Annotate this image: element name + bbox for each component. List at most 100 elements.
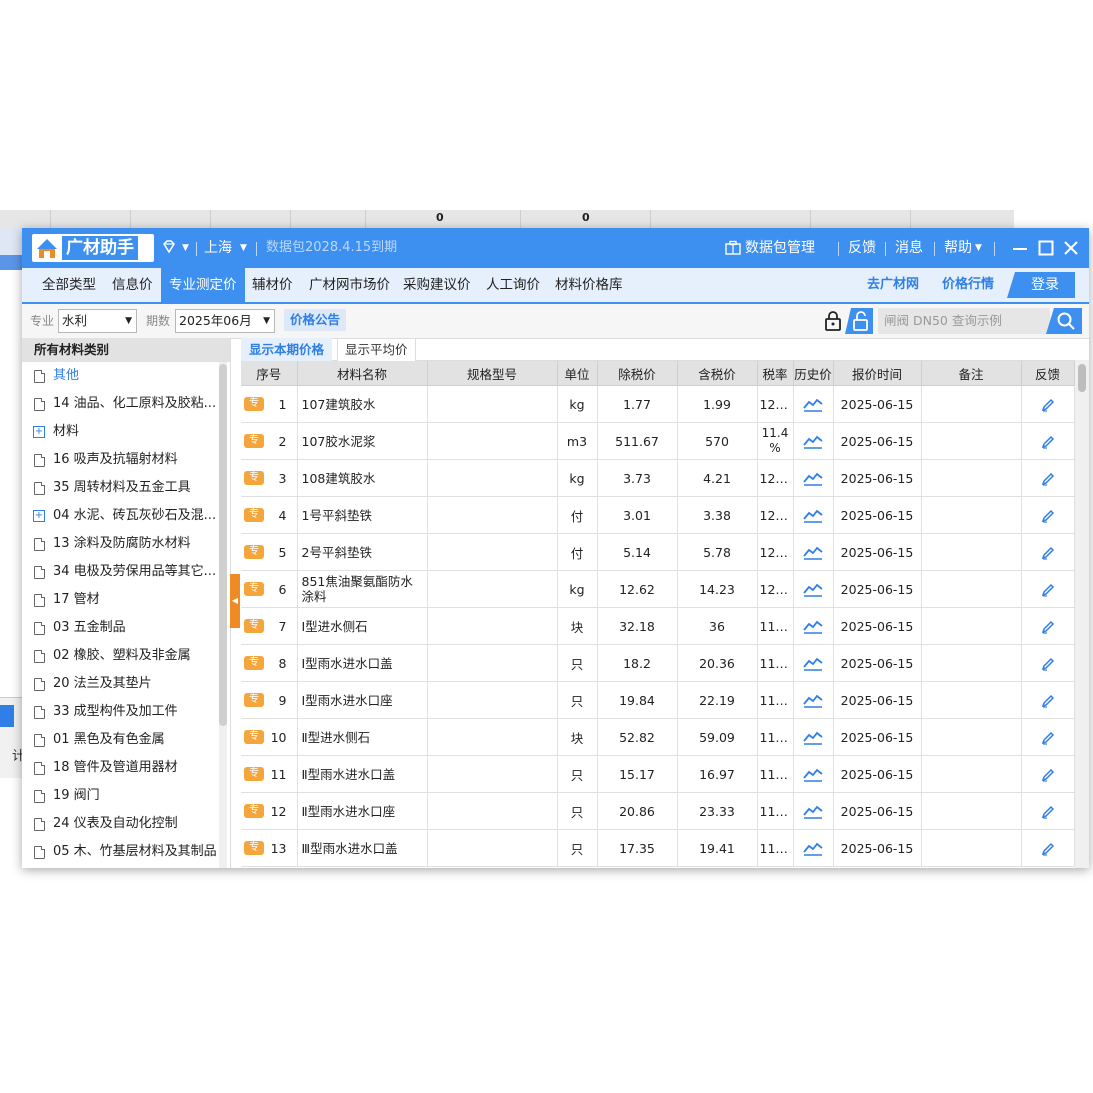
- expand-icon[interactable]: +: [33, 510, 45, 522]
- menu-professional-price[interactable]: 专业测定价: [161, 268, 245, 302]
- pencil-icon[interactable]: [1041, 805, 1055, 819]
- trend-chart-icon[interactable]: [803, 581, 823, 597]
- period-select[interactable]: 2025年06月 ▼: [175, 309, 275, 333]
- link-go-site[interactable]: 去广材网: [867, 268, 919, 302]
- table-scroll-thumb[interactable]: [1078, 364, 1086, 392]
- sidebar-scroll-thumb[interactable]: [219, 364, 227, 726]
- menu-auxiliary-price[interactable]: 辅材价: [252, 268, 293, 302]
- pencil-icon[interactable]: [1041, 768, 1055, 782]
- sidebar-item[interactable]: 35 周转材料及五金工具: [22, 474, 230, 502]
- minimize-icon[interactable]: [1012, 240, 1028, 256]
- pencil-icon[interactable]: [1041, 694, 1055, 708]
- pencil-icon[interactable]: [1041, 509, 1055, 523]
- sidebar-item[interactable]: 19 阀门: [22, 782, 230, 810]
- chevron-down-icon[interactable]: ▼: [975, 228, 982, 268]
- col-history[interactable]: 历史价: [793, 361, 834, 386]
- table-row[interactable]: 专 12 Ⅱ型雨水进水口座 只 20.86 23.33 11.... 2025-06-15: [241, 792, 1075, 830]
- col-ex-tax[interactable]: 除税价: [597, 361, 678, 386]
- table-row[interactable]: 专 10 Ⅱ型进水侧石 块 52.82 59.09 11.... 2025-06-15: [241, 718, 1075, 756]
- sidebar-item[interactable]: 17 管材: [22, 586, 230, 614]
- search-button[interactable]: [1046, 308, 1082, 334]
- messages-button[interactable]: 消息: [895, 228, 923, 268]
- sidebar-item[interactable]: + 材料: [22, 418, 230, 446]
- trend-chart-icon[interactable]: [803, 655, 823, 671]
- sidebar-item[interactable]: 24 仪表及自动化控制: [22, 810, 230, 838]
- menu-purchase-price[interactable]: 采购建议价: [403, 268, 471, 302]
- pencil-icon[interactable]: [1041, 546, 1055, 560]
- menu-labor-inquiry[interactable]: 人工询价: [486, 268, 540, 302]
- pencil-icon[interactable]: [1041, 657, 1055, 671]
- sidebar-item[interactable]: 01 黑色及有色金属: [22, 726, 230, 754]
- feedback-button[interactable]: 反馈: [848, 228, 876, 268]
- table-row[interactable]: 专 9 Ⅰ型雨水进水口座只 19.84 22.19 11.... 2025-06-15: [241, 681, 1075, 719]
- sidebar-item[interactable]: 20 法兰及其垫片: [22, 670, 230, 698]
- sidebar-item[interactable]: 16 吸声及抗辐射材料: [22, 446, 230, 474]
- col-name[interactable]: 材料名称: [297, 361, 428, 386]
- lock-icon[interactable]: [822, 310, 844, 332]
- trend-chart-icon[interactable]: [803, 544, 823, 560]
- table-row[interactable]: 专 13 Ⅲ型雨水进水口盖 只 17.35 19.41 11.... 2025-06-15: [241, 829, 1075, 867]
- col-seq[interactable]: 序号: [241, 361, 298, 386]
- maximize-icon[interactable]: [1038, 240, 1054, 256]
- trend-chart-icon[interactable]: [803, 692, 823, 708]
- sidebar-item[interactable]: +04 水泥、砖瓦灰砂石及混...: [22, 502, 230, 530]
- table-row[interactable]: 专 8 Ⅰ型雨水进水口盖只 18.2 20.36 11.... 2025-06-15: [241, 644, 1075, 682]
- trend-chart-icon[interactable]: [803, 470, 823, 486]
- trend-chart-icon[interactable]: [803, 729, 823, 745]
- chevron-down-icon[interactable]: ▼: [182, 228, 189, 268]
- table-row[interactable]: 专 2 107胶水泥浆 m3 511.67 570 11.4 % 2025-06-15: [241, 422, 1075, 460]
- pencil-icon[interactable]: [1041, 620, 1055, 634]
- pencil-icon[interactable]: [1041, 842, 1055, 856]
- trend-chart-icon[interactable]: [803, 618, 823, 634]
- link-price-trend[interactable]: 价格行情: [942, 268, 994, 302]
- menu-info-price[interactable]: 信息价: [112, 268, 153, 302]
- diamond-icon[interactable]: [162, 240, 176, 254]
- table-row[interactable]: 专 4 1号平斜垫铁付 3.01 3.38 12.... 2025-06-15: [241, 496, 1075, 534]
- menu-price-library[interactable]: 材料价格库: [555, 268, 623, 302]
- region-selector[interactable]: 上海: [204, 228, 232, 268]
- pencil-icon[interactable]: [1041, 398, 1055, 412]
- trend-chart-icon[interactable]: [803, 803, 823, 819]
- sidebar-item[interactable]: 其他: [22, 362, 230, 390]
- pencil-icon[interactable]: [1041, 472, 1055, 486]
- sidebar-item[interactable]: 13 涂料及防腐防水材料: [22, 530, 230, 558]
- col-date[interactable]: 报价时间: [833, 361, 922, 386]
- sidebar-item[interactable]: 05 木、竹基层材料及其制品: [22, 838, 230, 866]
- unlock-button[interactable]: [845, 308, 873, 334]
- specialty-select[interactable]: 水利 ▼: [58, 309, 137, 333]
- menu-market-price[interactable]: 广材网市场价: [309, 268, 390, 302]
- col-inc-tax[interactable]: 含税价: [677, 361, 758, 386]
- table-row[interactable]: 专 3 108建筑胶水 kg 3.73 4.21 12.... 2025-06-15: [241, 459, 1075, 497]
- trend-chart-icon[interactable]: [803, 396, 823, 412]
- table-row[interactable]: 专 6 851焦油聚氨酯防水涂料 kg 12.62 14.23 12.... 2025-06-…: [241, 570, 1075, 608]
- search-input[interactable]: 闸阀 DN50 查询示例: [878, 308, 1050, 334]
- trend-chart-icon[interactable]: [803, 766, 823, 782]
- col-rate[interactable]: 税率: [757, 361, 794, 386]
- sidebar-item[interactable]: 33 成型构件及加工件: [22, 698, 230, 726]
- sidebar-item[interactable]: 34 电极及劳保用品等其它...: [22, 558, 230, 586]
- table-row[interactable]: 专 11 Ⅱ型雨水进水口盖 只 15.17 16.97 11.... 2025-06-15: [241, 755, 1075, 793]
- table-scrollbar[interactable]: [1075, 360, 1089, 868]
- pencil-icon[interactable]: [1041, 435, 1055, 449]
- trend-chart-icon[interactable]: [803, 433, 823, 449]
- col-unit[interactable]: 单位: [557, 361, 598, 386]
- collapse-sidebar-button[interactable]: ◀: [230, 574, 240, 628]
- menu-all-types[interactable]: 全部类型: [42, 268, 96, 302]
- sidebar-item[interactable]: 03 五金制品: [22, 614, 230, 642]
- close-icon[interactable]: [1063, 240, 1079, 256]
- package-management-button[interactable]: 数据包管理: [745, 228, 815, 268]
- col-spec[interactable]: 规格型号: [427, 361, 558, 386]
- briefcase-icon[interactable]: [725, 240, 741, 256]
- table-row[interactable]: 专 1 107建筑胶水 kg 1.77 1.99 12.... 2025-06-15: [241, 385, 1075, 423]
- table-row[interactable]: 专 7 Ⅰ型进水侧石块 32.18 36 11.... 2025-06-15: [241, 607, 1075, 645]
- sidebar-item[interactable]: 18 管件及管道用器材: [22, 754, 230, 782]
- col-feedback[interactable]: 反馈: [1021, 361, 1075, 386]
- help-menu[interactable]: 帮助: [944, 228, 972, 268]
- trend-chart-icon[interactable]: [803, 507, 823, 523]
- sidebar-item[interactable]: 02 橡胶、塑料及非金属: [22, 642, 230, 670]
- tab-current-price[interactable]: 显示本期价格: [241, 338, 333, 361]
- trend-chart-icon[interactable]: [803, 840, 823, 856]
- table-row[interactable]: 专 5 2号平斜垫铁付 5.14 5.78 12.... 2025-06-15: [241, 533, 1075, 571]
- sidebar-item[interactable]: 14 油品、化工原料及胶粘...: [22, 390, 230, 418]
- col-note[interactable]: 备注: [921, 361, 1022, 386]
